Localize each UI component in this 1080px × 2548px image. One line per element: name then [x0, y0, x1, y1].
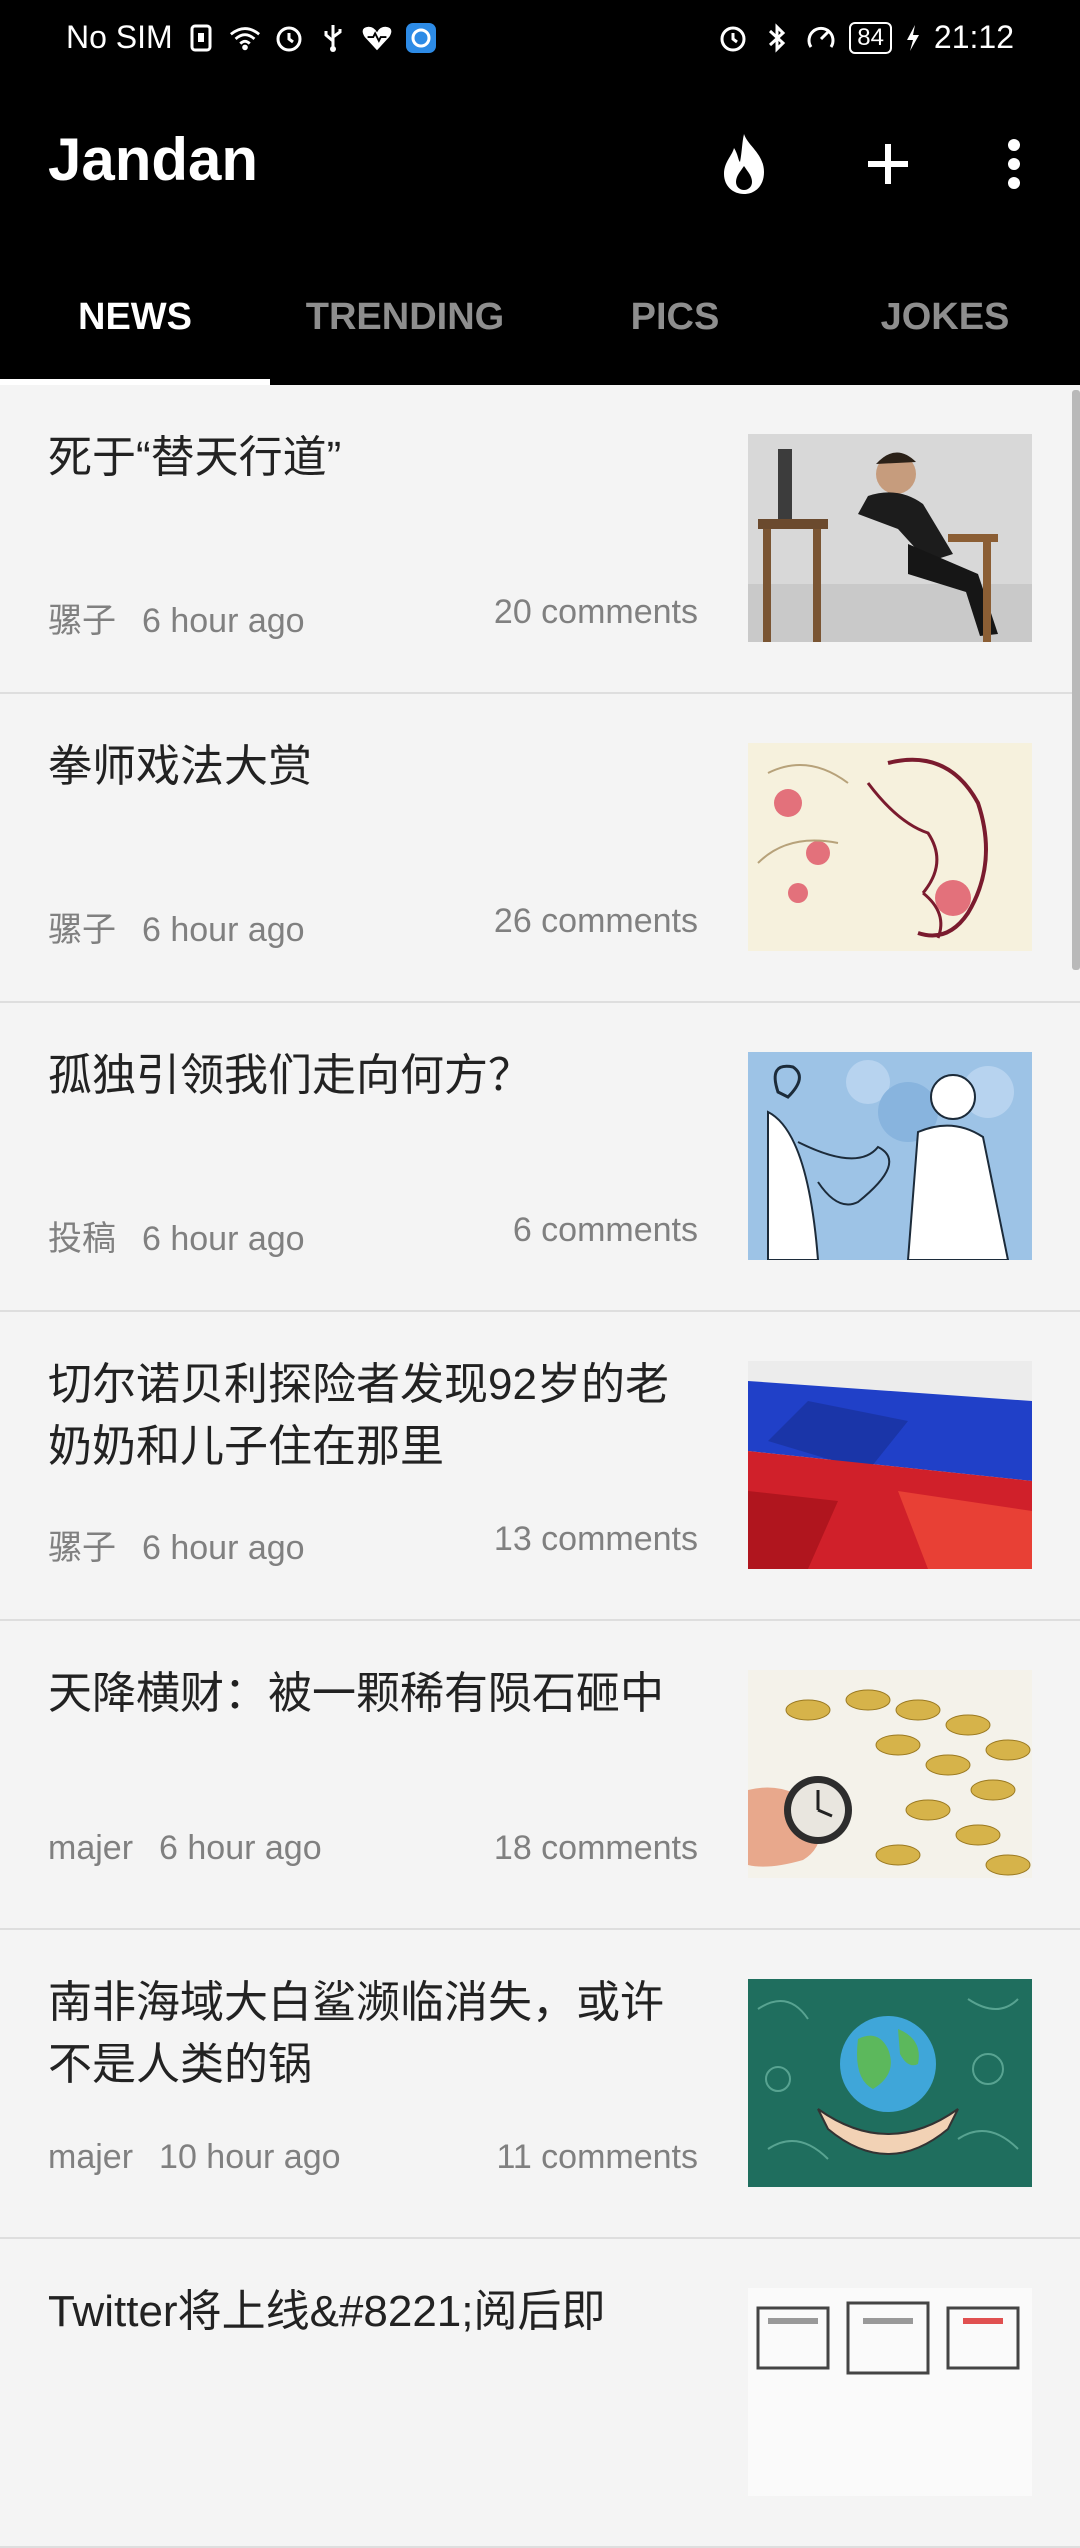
article-time: 6 hour ago: [142, 1220, 305, 1258]
article-time: 6 hour ago: [159, 1829, 322, 1867]
list-item[interactable]: 天降横财：被一颗稀有陨石砸中 majer 6 hour ago 18 commen…: [0, 1621, 1080, 1930]
flame-icon: [718, 132, 770, 201]
article-thumbnail: [748, 1361, 1032, 1569]
battery-level: 84: [857, 23, 884, 51]
tab-news[interactable]: NEWS: [0, 250, 270, 385]
article-title: 切尔诺贝利探险者发现92岁的老奶奶和儿子住在那里: [48, 1360, 669, 1471]
article-title: 天降横财：被一颗稀有陨石砸中: [48, 1669, 664, 1718]
article-comments: 6 comments: [512, 1211, 698, 1249]
article-thumbnail: [748, 1670, 1032, 1878]
article-author: 骡子: [48, 911, 116, 949]
tab-jokes[interactable]: JOKES: [810, 250, 1080, 385]
tab-pics[interactable]: PICS: [540, 250, 810, 385]
article-comments: 11 comments: [496, 2138, 698, 2176]
add-icon: [864, 140, 912, 193]
article-title: 南非海域大白鲨濒临消失，或许不是人类的锅: [48, 1978, 664, 2089]
data-saver-icon: [805, 22, 837, 54]
hot-button[interactable]: [708, 130, 780, 202]
usb-icon: [317, 22, 349, 54]
article-comments: 18 comments: [493, 1829, 698, 1867]
article-author: 投稿: [48, 1220, 116, 1258]
article-list: 死于“替天行道” 骡子 6 hour ago 20 comments 拳师戏法大…: [0, 385, 1080, 2548]
article-author: 骡子: [48, 602, 116, 640]
alarm-icon: [717, 22, 749, 54]
list-item[interactable]: 孤独引领我们走向何方？ 投稿 6 hour ago 6 comments: [0, 1003, 1080, 1312]
alarm-icon: [273, 22, 305, 54]
article-comments: 20 comments: [493, 593, 698, 631]
article-comments: 26 comments: [493, 902, 698, 940]
list-item[interactable]: 切尔诺贝利探险者发现92岁的老奶奶和儿子住在那里 骡子 6 hour ago 13…: [0, 1312, 1080, 1621]
clock-label: 21:12: [933, 19, 1014, 55]
article-comments: 13 comments: [493, 1520, 698, 1558]
article-thumbnail: [748, 434, 1032, 642]
article-title: 拳师戏法大赏: [48, 742, 312, 791]
carrier-label: No SIM: [66, 19, 173, 55]
list-item[interactable]: 南非海域大白鲨濒临消失，或许不是人类的锅 majer 10 hour ago 11…: [0, 1930, 1080, 2239]
article-thumbnail: [748, 2288, 1032, 2496]
article-meta: majer 6 hour ago: [48, 1829, 322, 1868]
article-meta: 骡子 6 hour ago: [48, 1520, 305, 1569]
bluetooth-icon: [761, 22, 793, 54]
article-meta: 骡子 6 hour ago: [48, 902, 305, 951]
article-time: 6 hour ago: [142, 1529, 305, 1567]
article-title: Twitter将上线&#8221;阅后即: [48, 2287, 606, 2336]
more-vert-icon: [1006, 138, 1022, 195]
app-title: Jandan: [48, 126, 259, 193]
tab-bar: NEWS TRENDING PICS JOKES: [0, 250, 1080, 385]
overflow-menu-button[interactable]: [978, 130, 1050, 202]
article-author: 骡子: [48, 1529, 116, 1567]
article-title: 孤独引领我们走向何方？: [48, 1051, 532, 1100]
sim-icon: [185, 22, 217, 54]
article-author: majer: [48, 1829, 134, 1867]
list-item[interactable]: 拳师戏法大赏 骡子 6 hour ago 26 comments: [0, 694, 1080, 1003]
article-thumbnail: [748, 1052, 1032, 1260]
battery-indicator: 84: [849, 21, 892, 54]
article-author: majer: [48, 2138, 134, 2176]
status-right: 84 21:12: [717, 19, 1080, 56]
article-meta: 骡子 6 hour ago: [48, 593, 305, 642]
article-meta: majer 10 hour ago: [48, 2138, 341, 2177]
scrollbar[interactable]: [1072, 390, 1080, 970]
list-item[interactable]: 死于“替天行道” 骡子 6 hour ago 20 comments: [0, 385, 1080, 694]
article-time: 6 hour ago: [142, 911, 305, 949]
article-title: 死于“替天行道”: [48, 433, 342, 482]
list-item[interactable]: Twitter将上线&#8221;阅后即: [0, 2239, 1080, 2548]
health-icon: [361, 22, 393, 54]
article-meta: 投稿 6 hour ago: [48, 1211, 305, 1260]
tab-trending[interactable]: TRENDING: [270, 250, 540, 385]
app-notification-icon: [405, 22, 437, 54]
article-thumbnail: [748, 1979, 1032, 2187]
charging-icon: [904, 22, 922, 54]
status-left: No SIM: [0, 19, 437, 56]
wifi-icon: [229, 22, 261, 54]
article-thumbnail: [748, 743, 1032, 951]
article-time: 6 hour ago: [142, 602, 305, 640]
article-time: 10 hour ago: [159, 2138, 341, 2176]
add-button[interactable]: [852, 130, 924, 202]
status-bar: No SIM 84 21:12: [0, 0, 1080, 75]
app-bar: Jandan: [0, 75, 1080, 250]
